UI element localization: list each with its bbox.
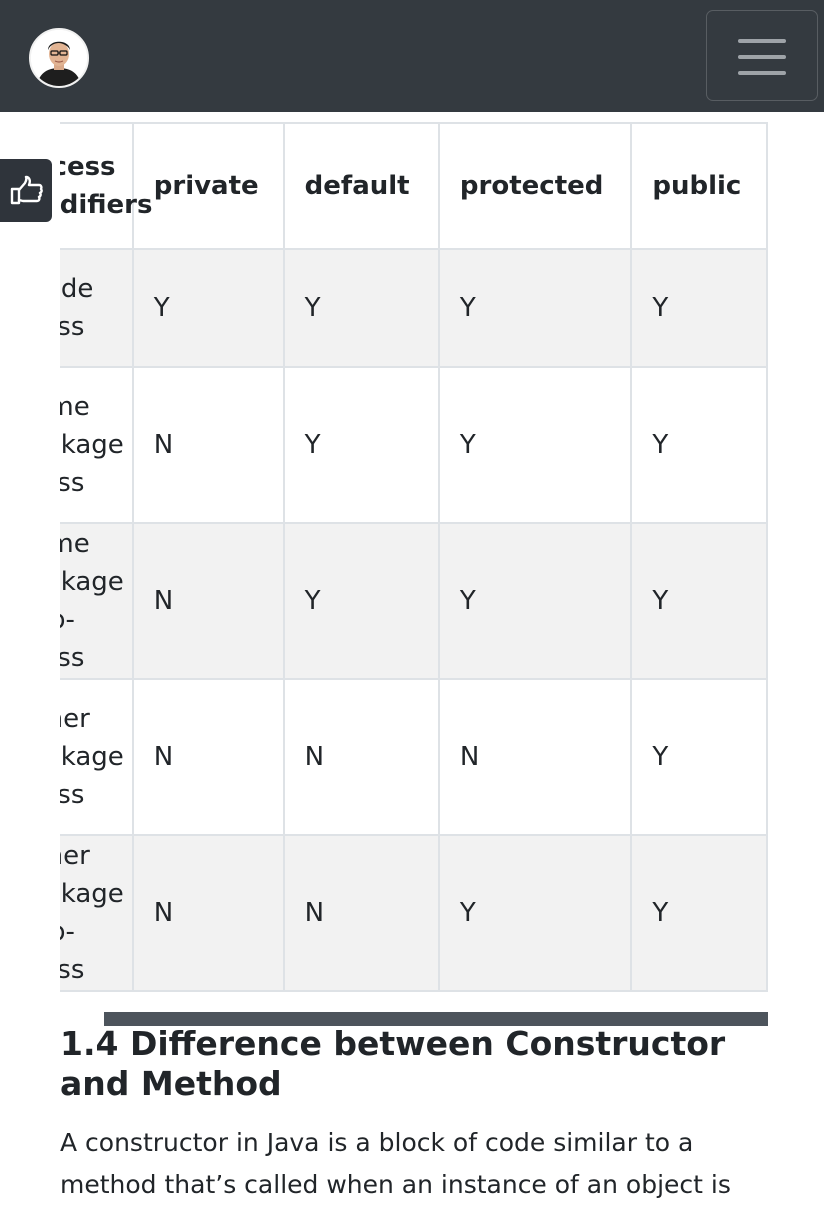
table-cell: Y [437, 366, 633, 524]
table-cell: N [282, 834, 440, 992]
table-row: Other Package Class N N N Y [60, 678, 768, 836]
row-label: Other Package Sub-Class [60, 834, 134, 992]
top-navbar [0, 0, 824, 112]
table-header-row: Access Modifiers private default protect… [60, 122, 768, 250]
feedback-side-tab[interactable] [0, 159, 52, 222]
column-header: default [282, 122, 440, 250]
table-row: Same Package Class N Y Y Y [60, 366, 768, 524]
table-cell: Y [630, 678, 768, 836]
menu-toggle-button[interactable] [706, 10, 818, 101]
table-cell: Y [630, 366, 768, 524]
column-header: private [131, 122, 285, 250]
table-cell: Y [630, 522, 768, 680]
row-label: Other Package Class [60, 678, 134, 836]
table-cell: Y [131, 248, 285, 368]
column-header: protected [437, 122, 633, 250]
avatar[interactable] [29, 28, 89, 88]
table-cell: Y [437, 248, 633, 368]
table-row: Same Package Sub-Class N Y Y Y [60, 522, 768, 680]
table-cell: N [282, 678, 440, 836]
table-cell: Y [282, 248, 440, 368]
table-cell: N [131, 522, 285, 680]
row-label: Same Package Class [60, 366, 134, 524]
thumbs-up-hand-icon [10, 175, 43, 205]
avatar-portrait-icon [31, 30, 87, 86]
table-cell: Y [437, 834, 633, 992]
section-heading: 1.4 Difference between Constructor and M… [60, 1024, 726, 1103]
table-cell: N [131, 678, 285, 836]
hamburger-menu-icon [738, 39, 786, 43]
row-label: Inside Class [60, 248, 134, 368]
section-paragraph: A constructor in Java is a block of code… [60, 1128, 731, 1199]
table-cell: N [437, 678, 633, 836]
column-header: public [630, 122, 768, 250]
table-cell: Y [437, 522, 633, 680]
access-modifier-table: Access Modifiers private default protect… [60, 122, 768, 992]
table-row: Inside Class Y Y Y Y [60, 248, 768, 368]
table-cell: Y [630, 248, 768, 368]
table-cell: N [131, 366, 285, 524]
table-cell: Y [630, 834, 768, 992]
table-cell: Y [282, 522, 440, 680]
row-label: Same Package Sub-Class [60, 522, 134, 680]
column-header: Access Modifiers [60, 122, 152, 250]
access-modifier-table-scroll[interactable]: Access Modifiers private default protect… [60, 122, 768, 992]
table-cell: Y [282, 366, 440, 524]
table-row: Other Package Sub-Class N N Y Y [60, 834, 768, 992]
table-cell: N [131, 834, 285, 992]
